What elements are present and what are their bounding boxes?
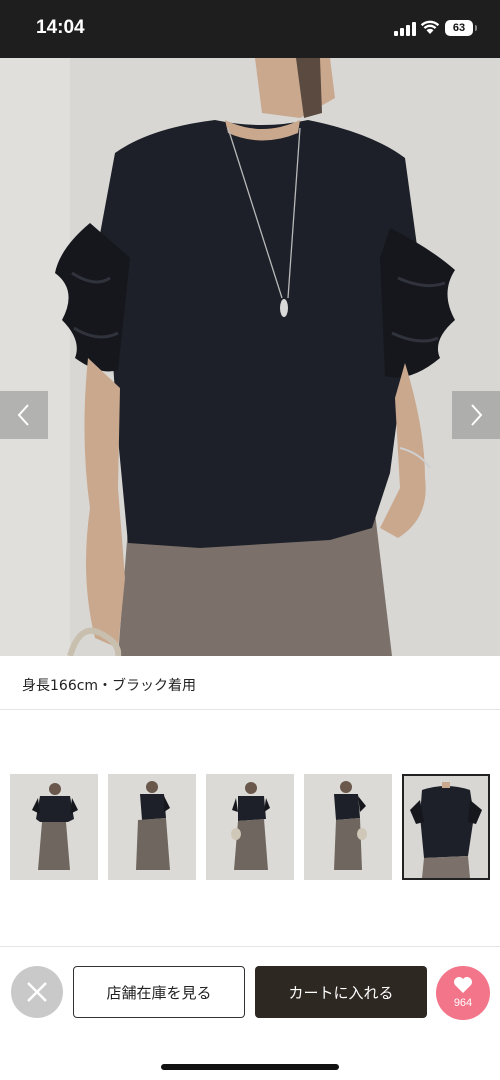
close-icon: [27, 982, 47, 1002]
status-bar: 14:04 63: [0, 0, 500, 58]
like-count: 964: [453, 997, 473, 1009]
main-product-photo[interactable]: [0, 58, 500, 656]
thumbnail-strip: [10, 774, 490, 880]
divider: [0, 946, 500, 947]
thumbnail-illustration: [10, 774, 98, 880]
carousel-prev-button[interactable]: [0, 391, 48, 439]
divider: [0, 709, 500, 710]
like-button[interactable]: 964: [436, 966, 490, 1020]
thumbnail-illustration: [404, 776, 488, 878]
photo-caption: 身長166cm・ブラック着用: [22, 678, 197, 694]
thumbnail-illustration: [304, 774, 392, 880]
heart-icon: [454, 977, 472, 993]
status-time: 14:04: [36, 17, 85, 38]
thumbnail-image[interactable]: [304, 774, 392, 880]
battery-icon: 63: [445, 20, 477, 36]
wifi-icon: [420, 20, 440, 34]
store-stock-button[interactable]: 店舗在庫を見る: [73, 966, 245, 1018]
thumbnail-image-selected[interactable]: [402, 774, 490, 880]
thumbnail-illustration: [206, 774, 294, 880]
model-photo-illustration: [0, 58, 500, 656]
add-to-cart-button[interactable]: カートに入れる: [255, 966, 427, 1018]
home-indicator: [161, 1064, 339, 1070]
signal-icon: [394, 22, 416, 36]
thumbnail-image[interactable]: [108, 774, 196, 880]
carousel-next-button[interactable]: [452, 391, 500, 439]
thumbnail-image[interactable]: [206, 774, 294, 880]
chevron-left-icon: [17, 404, 29, 426]
chevron-right-icon: [471, 404, 483, 426]
close-button[interactable]: [11, 966, 63, 1018]
thumbnail-image[interactable]: [10, 774, 98, 880]
thumbnail-illustration: [108, 774, 196, 880]
